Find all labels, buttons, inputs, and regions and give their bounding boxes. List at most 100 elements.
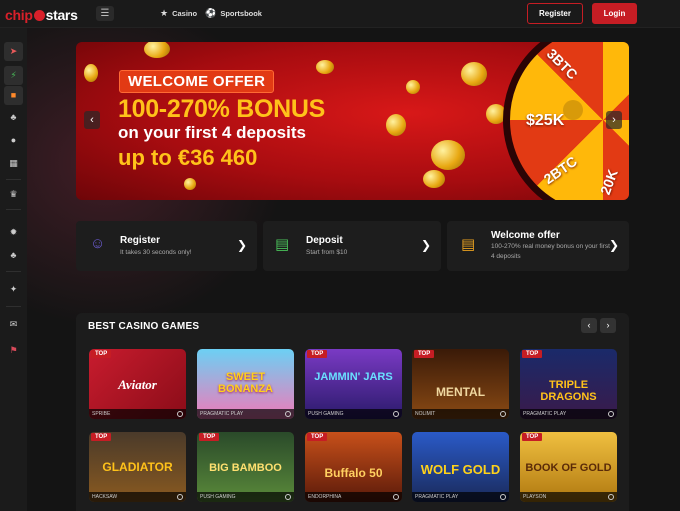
banner-subline: on your first 4 deposits <box>118 123 306 142</box>
coin-icon <box>423 170 445 188</box>
trophy-icon[interactable]: ♛ <box>4 185 23 204</box>
logo-text-chip: chip <box>5 7 33 23</box>
game-title: JAMMIN' JARS <box>314 371 393 383</box>
welcome-offer-tag: WELCOME OFFER <box>119 70 275 93</box>
gift-icon: ▤ <box>461 236 476 253</box>
game-tile[interactable]: TRIPLE DRAGONS TOP PRAGMATIC PLAY <box>520 349 617 419</box>
game-tile[interactable]: SWEET BONANZA PRAGMATIC PLAY <box>197 349 294 419</box>
game-tile[interactable]: MENTAL TOP NOLIMIT <box>412 349 509 419</box>
card-subtitle: 100-270% real money bonus on your first … <box>491 243 610 260</box>
sidebar-divider <box>6 306 21 307</box>
coin-icon <box>84 64 98 82</box>
top-bar: chip stars ☰ ★ Casino ⚽ Sportsbook Register… <box>0 0 680 28</box>
game-provider: PRAGMATIC PLAY <box>520 409 617 419</box>
game-provider: NOLIMIT <box>412 409 509 419</box>
nav-casino[interactable]: ★ Casino <box>160 8 197 19</box>
game-title: Buffalo 50 <box>324 466 383 480</box>
info-icon[interactable] <box>393 411 399 417</box>
card-subtitle: It takes 30 seconds only! <box>120 249 192 256</box>
nav-sportsbook[interactable]: ⚽ Sportsbook <box>205 8 262 19</box>
welcome-offer-card[interactable]: ▤ Welcome offer 100-270% real money bonu… <box>447 221 629 271</box>
game-tile[interactable]: BOOK OF GOLD TOP PLAYSON <box>520 432 617 502</box>
info-icon[interactable] <box>177 494 183 500</box>
game-tile[interactable]: WOLF GOLD PRAGMATIC PLAY <box>412 432 509 502</box>
roulette-icon[interactable]: ✹ <box>4 223 23 242</box>
wallet-icon: ▤ <box>275 236 290 253</box>
cherry-icon[interactable]: ♣ <box>4 108 23 127</box>
deposit-card[interactable]: ▤ Deposit Start from $10 ❯ <box>263 221 441 271</box>
top-badge: TOP <box>414 350 435 358</box>
lightning-icon[interactable]: ⚡ <box>4 66 23 85</box>
game-tile[interactable]: Buffalo 50 TOP ENDORPHINA <box>305 432 402 502</box>
game-tile[interactable]: JAMMIN' JARS TOP PUSH GAMING <box>305 349 402 419</box>
coin-icon <box>316 60 334 74</box>
register-card[interactable]: ☺ Register It takes 30 seconds only! ❯ <box>76 221 257 271</box>
logo-text-stars: stars <box>45 7 78 23</box>
banner-next-arrow-icon[interactable]: › <box>606 111 622 129</box>
chevron-right-icon: ❯ <box>420 238 431 252</box>
game-title: MENTAL <box>435 385 486 399</box>
game-title: GLADIATOR <box>102 460 173 474</box>
info-icon[interactable] <box>393 494 399 500</box>
login-button[interactable]: Login <box>592 3 637 24</box>
nav-casino-label: Casino <box>172 9 198 18</box>
game-title: WOLF GOLD <box>420 462 501 477</box>
game-tile[interactable]: BIG BAMBOO TOP PUSH GAMING <box>197 432 294 502</box>
info-icon[interactable] <box>608 494 614 500</box>
grid-icon[interactable]: ▦ <box>4 154 23 173</box>
game-title: SWEET BONANZA <box>218 371 273 395</box>
game-provider: PRAGMATIC PLAY <box>412 492 509 502</box>
game-title: BOOK OF GOLD <box>525 462 612 474</box>
game-provider: PUSH GAMING <box>197 492 294 502</box>
top-badge: TOP <box>307 433 328 441</box>
flag-uk-icon[interactable]: ⚑ <box>4 341 23 360</box>
sidebar: ➤ ⚡ ■ ♣ ● ▦ ♛ ✹ ♣ ✦ ✉ ⚑ <box>0 28 27 511</box>
banner-amount: up to €36 460 <box>118 145 258 170</box>
coin-icon <box>431 140 465 170</box>
wheel-label: $25K <box>526 112 565 129</box>
game-title: Aviator <box>118 377 157 392</box>
star-icon: ★ <box>160 8 169 18</box>
card-subtitle: Start from $10 <box>306 249 348 256</box>
card-title: Register <box>120 235 161 246</box>
game-provider: ENDORPHINA <box>305 492 402 502</box>
info-icon[interactable] <box>285 411 291 417</box>
card-title: Deposit <box>306 235 343 246</box>
coin-icon <box>386 114 406 136</box>
sparkle-icon[interactable]: ✦ <box>4 280 23 299</box>
info-icon[interactable] <box>500 411 506 417</box>
info-icon[interactable] <box>608 411 614 417</box>
prev-arrow-icon[interactable]: ‹ <box>581 318 597 333</box>
rocket-icon[interactable]: ➤ <box>4 42 23 61</box>
info-icon[interactable] <box>500 494 506 500</box>
game-title: BIG BAMBOO <box>209 462 282 474</box>
banner-prev-arrow-icon[interactable]: ‹ <box>84 111 100 129</box>
coin-icon <box>406 80 420 94</box>
gift-icon[interactable]: ■ <box>4 86 23 105</box>
top-badge: TOP <box>91 350 112 358</box>
game-tile[interactable]: Aviator TOP SPRIBE <box>89 349 186 419</box>
top-badge: TOP <box>91 433 112 441</box>
game-provider: SPRIBE <box>89 409 186 419</box>
coin-icon <box>184 178 196 190</box>
info-icon[interactable] <box>177 411 183 417</box>
info-icon[interactable] <box>285 494 291 500</box>
banner-headline: 100-270% BONUS <box>118 95 326 123</box>
register-button[interactable]: Register <box>527 3 583 24</box>
chips-icon[interactable]: ● <box>4 131 23 150</box>
user-icon: ☺ <box>90 235 106 252</box>
next-arrow-icon[interactable]: › <box>600 318 616 333</box>
game-provider: PUSH GAMING <box>305 409 402 419</box>
promo-banner[interactable]: WELCOME OFFER 100-270% BONUS on your fir… <box>76 42 629 200</box>
game-provider: HACKSAW <box>89 492 186 502</box>
chat-icon[interactable]: ✉ <box>4 315 23 334</box>
game-title: TRIPLE DRAGONS <box>540 379 597 403</box>
logo[interactable]: chip stars <box>5 7 78 23</box>
hamburger-menu-icon[interactable]: ☰ <box>96 6 114 21</box>
top-badge: TOP <box>522 350 543 358</box>
club-icon[interactable]: ♣ <box>4 246 23 265</box>
chevron-right-icon: ❯ <box>608 238 619 252</box>
coin-icon <box>461 62 487 86</box>
game-tile[interactable]: GLADIATOR TOP HACKSAW <box>89 432 186 502</box>
top-nav: ★ Casino ⚽ Sportsbook <box>160 8 262 19</box>
